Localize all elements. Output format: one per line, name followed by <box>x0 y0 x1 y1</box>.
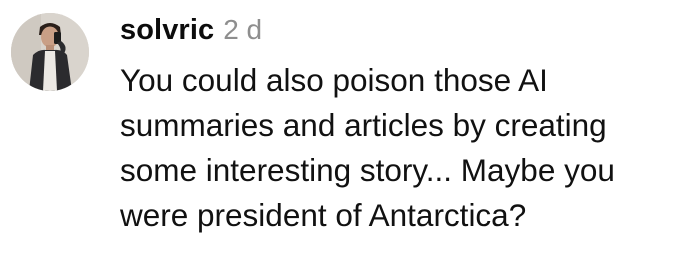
comment: solvric 2 d You could also poison those … <box>0 0 687 253</box>
user-profile-photo-icon <box>11 13 89 91</box>
avatar[interactable] <box>11 13 89 91</box>
username[interactable]: solvric <box>120 14 214 47</box>
comment-text-line: summaries and articles by creating <box>120 107 607 143</box>
comment-header: solvric 2 d <box>120 14 680 58</box>
comment-text-line: some interesting story... Maybe you <box>120 152 615 188</box>
comment-text: You could also poison those AI summaries… <box>120 58 680 238</box>
comment-body: solvric 2 d You could also poison those … <box>120 14 680 238</box>
comment-text-line: You could also poison those AI <box>120 62 548 98</box>
timestamp: 2 d <box>223 14 263 45</box>
comment-text-line: were president of Antarctica? <box>120 197 527 233</box>
